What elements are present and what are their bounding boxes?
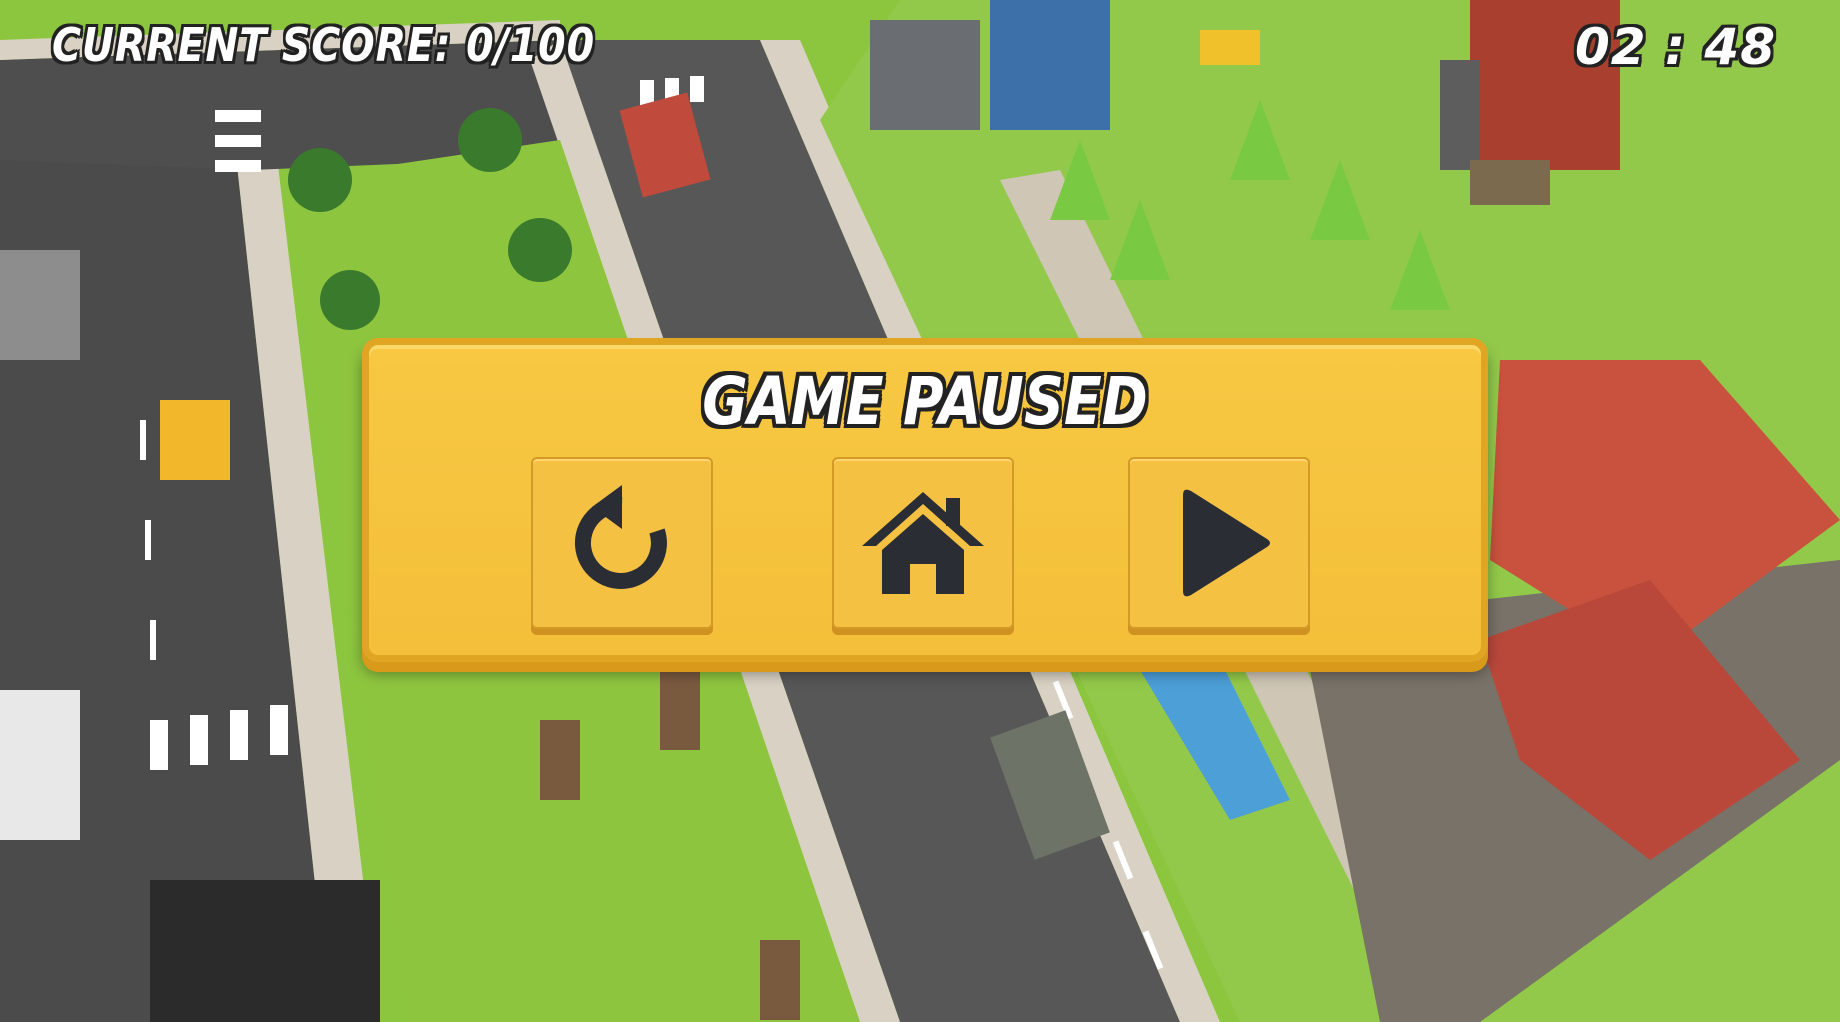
current-score-label: CURRENT SCORE: 0/100: [52, 18, 595, 72]
home-button[interactable]: [832, 457, 1014, 629]
pause-menu-panel: GAME PAUSED: [362, 338, 1488, 662]
countdown-timer: 02 : 48: [1575, 18, 1776, 76]
pause-menu-title: GAME PAUSED: [702, 363, 1148, 440]
restart-button[interactable]: [531, 457, 713, 629]
home-icon: [862, 492, 984, 594]
restart-icon: [574, 485, 667, 589]
play-icon: [1183, 489, 1270, 597]
resume-button[interactable]: [1128, 457, 1310, 629]
game-screen: CURRENT SCORE: 0/100 02 : 48 GAME PAUSED: [0, 0, 1840, 1022]
